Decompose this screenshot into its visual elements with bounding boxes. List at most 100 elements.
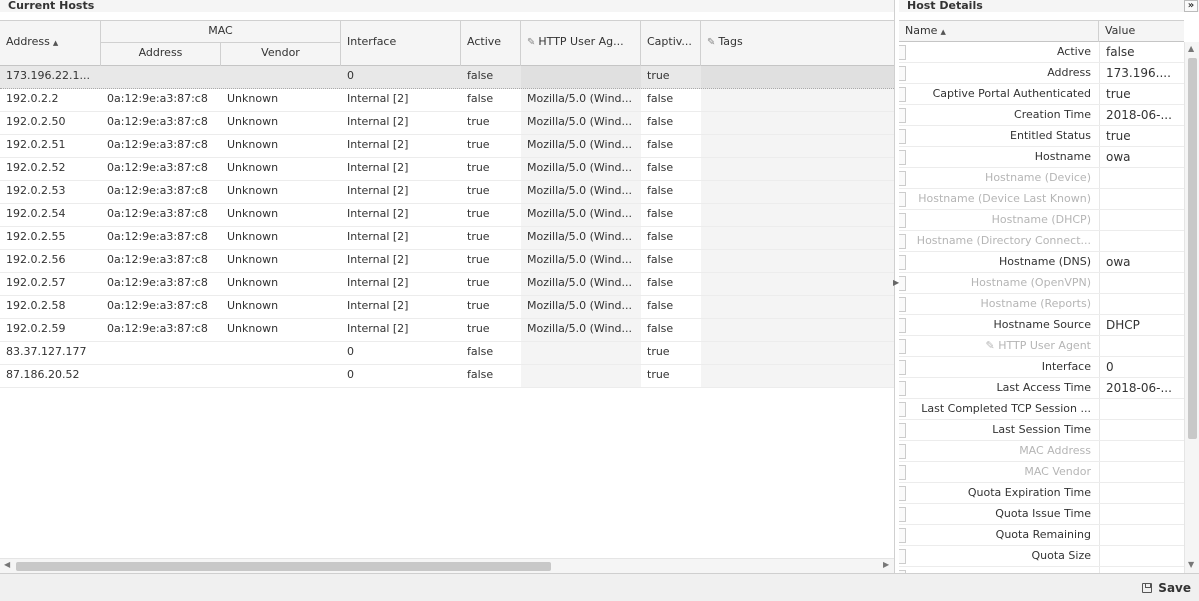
table-row[interactable]: 192.0.2.54 0a:12:9e:a3:87:c8 Unknown Intern… xyxy=(0,204,894,227)
details-grid-header: Name ▲ Value xyxy=(899,20,1184,42)
cell-http-user-agent xyxy=(521,365,641,387)
table-row[interactable]: 192.0.2.53 0a:12:9e:a3:87:c8 Unknown Intern… xyxy=(0,181,894,204)
scroll-up-icon[interactable]: ▲ xyxy=(1188,44,1194,53)
cell-tags xyxy=(701,135,894,157)
detail-row[interactable]: Quota Expiration Time xyxy=(899,483,1184,504)
detail-row[interactable]: Entitled Status true xyxy=(899,126,1184,147)
column-header-mac-address[interactable]: Address xyxy=(101,43,221,66)
column-header-address[interactable]: Address ▲ xyxy=(0,21,101,66)
column-header-tags[interactable]: ✎ Tags xyxy=(701,21,894,66)
detail-name: Hostname (Reports) xyxy=(980,297,1091,310)
column-header-http-user-agent[interactable]: ✎ HTTP User Ag... xyxy=(521,21,641,66)
detail-row[interactable]: Quota Remaining xyxy=(899,525,1184,546)
cell-mac-address: 0a:12:9e:a3:87:c8 xyxy=(107,322,208,335)
detail-row[interactable]: ✎ HTTP User Agent xyxy=(899,336,1184,357)
cell-interface: Internal [2] xyxy=(347,299,409,312)
scroll-down-icon[interactable]: ▼ xyxy=(1188,560,1194,569)
detail-row[interactable]: Hostname Source DHCP xyxy=(899,315,1184,336)
table-row[interactable]: 192.0.2.58 0a:12:9e:a3:87:c8 Unknown Intern… xyxy=(0,296,894,319)
cell-address: 192.0.2.56 xyxy=(6,253,66,266)
table-row[interactable]: 192.0.2.57 0a:12:9e:a3:87:c8 Unknown Intern… xyxy=(0,273,894,296)
cell-http-user-agent: Mozilla/5.0 (Wind... xyxy=(521,135,641,157)
vertical-scroll-thumb[interactable] xyxy=(1188,58,1197,439)
detail-row[interactable]: Hostname (Device Last Known) xyxy=(899,189,1184,210)
detail-row[interactable]: Active false xyxy=(899,42,1184,63)
cell-http-user-agent: Mozilla/5.0 (Wind... xyxy=(521,273,641,295)
collapse-panel-button[interactable]: » xyxy=(1184,0,1198,12)
detail-row[interactable]: Quota Size xyxy=(899,546,1184,567)
sort-ascending-icon: ▲ xyxy=(52,39,59,47)
detail-value xyxy=(1099,420,1184,440)
detail-value: true xyxy=(1099,126,1184,146)
cell-captive: false xyxy=(647,276,674,289)
detail-name: Quota Issue Time xyxy=(995,507,1091,520)
detail-name: Last Completed TCP Session ... xyxy=(921,402,1091,415)
cell-active: true xyxy=(467,138,490,151)
cell-mac-vendor: Unknown xyxy=(227,230,279,243)
detail-row[interactable]: Address 173.196.... xyxy=(899,63,1184,84)
detail-value: owa xyxy=(1099,252,1184,272)
detail-row[interactable]: Hostname (Device) xyxy=(899,168,1184,189)
detail-row[interactable]: Interface 0 xyxy=(899,357,1184,378)
detail-row[interactable]: MAC Vendor xyxy=(899,462,1184,483)
cell-http-user-agent: Mozilla/5.0 (Wind... xyxy=(521,227,641,249)
detail-row[interactable]: Last Access Time 2018-06-... xyxy=(899,378,1184,399)
detail-row[interactable]: Hostname (Reports) xyxy=(899,294,1184,315)
vertical-scrollbar[interactable]: ▲ ▼ xyxy=(1184,42,1199,573)
detail-name: Active xyxy=(1056,45,1091,58)
table-row[interactable]: 87.186.20.52 0 false true xyxy=(0,365,894,388)
cell-captive: true xyxy=(647,69,670,82)
table-row[interactable]: 192.0.2.56 0a:12:9e:a3:87:c8 Unknown Intern… xyxy=(0,250,894,273)
cell-mac-vendor: Unknown xyxy=(227,115,279,128)
table-row[interactable]: 83.37.127.177 0 false true xyxy=(0,342,894,365)
column-header-name[interactable]: Name ▲ xyxy=(899,21,1099,42)
table-row[interactable]: 192.0.2.50 0a:12:9e:a3:87:c8 Unknown Intern… xyxy=(0,112,894,135)
table-row[interactable]: 192.0.2.2 0a:12:9e:a3:87:c8 Unknown Interna… xyxy=(0,89,894,112)
detail-value xyxy=(1099,441,1184,461)
pencil-icon: ✎ xyxy=(707,37,716,48)
save-button[interactable]: Save xyxy=(1142,579,1191,597)
detail-row[interactable]: Hostname owa xyxy=(899,147,1184,168)
details-grid-body: Active false Address 173.196.... Captive Por… xyxy=(899,42,1184,573)
current-hosts-panel: Current Hosts Address ▲ MAC Address Vendo… xyxy=(0,0,895,573)
cell-captive: true xyxy=(647,345,670,358)
table-row[interactable]: 192.0.2.52 0a:12:9e:a3:87:c8 Unknown Intern… xyxy=(0,158,894,181)
detail-row[interactable]: Creation Time 2018-06-... xyxy=(899,105,1184,126)
cell-mac-address: 0a:12:9e:a3:87:c8 xyxy=(107,253,208,266)
table-row[interactable]: 173.196.22.1... 0 false true xyxy=(0,66,894,89)
column-header-mac-vendor[interactable]: Vendor xyxy=(221,43,341,66)
detail-row[interactable]: Captive Portal Authenticated true xyxy=(899,84,1184,105)
detail-row[interactable]: Hostname (DNS) owa xyxy=(899,252,1184,273)
detail-row[interactable]: Last Completed TCP Session ... xyxy=(899,399,1184,420)
column-header-interface[interactable]: Interface xyxy=(341,21,461,66)
detail-value xyxy=(1099,231,1184,251)
detail-row[interactable]: Quota Issue Time xyxy=(899,504,1184,525)
column-header-active[interactable]: Active xyxy=(461,21,521,66)
column-header-captive[interactable]: Captiv... xyxy=(641,21,701,66)
hosts-grid-body: 173.196.22.1... 0 false true 192.0.2.2 0a:12:… xyxy=(0,66,894,388)
cell-http-user-agent: Mozilla/5.0 (Wind... xyxy=(521,296,641,318)
scroll-right-icon[interactable]: ▶ xyxy=(883,560,889,569)
detail-row[interactable]: Hostname (OpenVPN) xyxy=(899,273,1184,294)
scroll-left-icon[interactable]: ◀ xyxy=(4,560,10,569)
footer-toolbar: Save xyxy=(0,573,1199,601)
table-row[interactable]: 192.0.2.55 0a:12:9e:a3:87:c8 Unknown Intern… xyxy=(0,227,894,250)
cell-mac-address: 0a:12:9e:a3:87:c8 xyxy=(107,230,208,243)
detail-row[interactable]: Hostname (Directory Connect... xyxy=(899,231,1184,252)
table-row[interactable]: 192.0.2.51 0a:12:9e:a3:87:c8 Unknown Intern… xyxy=(0,135,894,158)
cell-tags xyxy=(701,319,894,341)
detail-row[interactable]: MAC Address xyxy=(899,441,1184,462)
row-handle xyxy=(899,87,906,102)
cell-http-user-agent: Mozilla/5.0 (Wind... xyxy=(521,319,641,341)
detail-row[interactable]: Hostname (DHCP) xyxy=(899,210,1184,231)
table-row[interactable]: 192.0.2.59 0a:12:9e:a3:87:c8 Unknown Intern… xyxy=(0,319,894,342)
cell-tags xyxy=(701,296,894,318)
horizontal-scrollbar[interactable]: ◀ ▶ xyxy=(0,558,894,573)
detail-row[interactable]: Last Session Time xyxy=(899,420,1184,441)
column-header-http-user-agent-label: HTTP User Ag... xyxy=(538,35,624,48)
column-header-value[interactable]: Value xyxy=(1099,21,1184,42)
detail-value xyxy=(1099,504,1184,524)
detail-name: Hostname (DHCP) xyxy=(991,213,1091,226)
horizontal-scroll-thumb[interactable] xyxy=(16,562,551,571)
cell-mac-address xyxy=(101,365,221,387)
